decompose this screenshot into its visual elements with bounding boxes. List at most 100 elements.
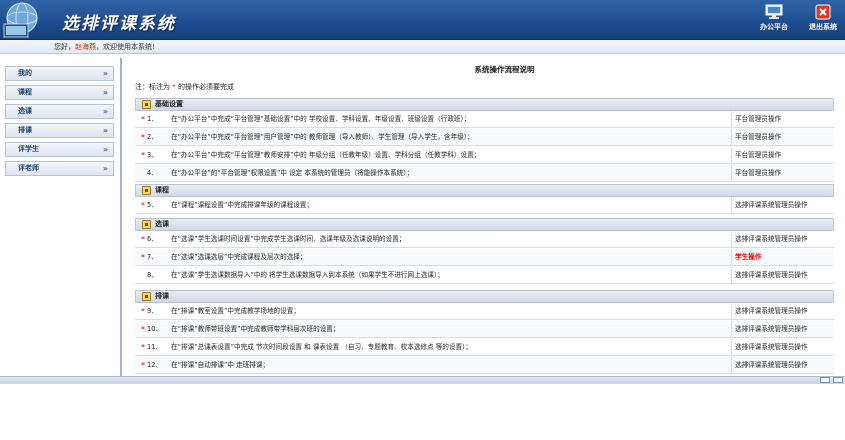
step-description: 在“排课”总课表设置”中完成 节次时间段设置 和 课表设置 （自习、专题教育、校… xyxy=(171,343,472,351)
required-star: * xyxy=(141,201,145,210)
step-role: 选排评课系统管理员操作 xyxy=(735,201,808,209)
sidebar-item-evaluate-students[interactable]: 评学生 » xyxy=(5,142,114,157)
required-star: * xyxy=(141,343,145,352)
sidebar-item-mine[interactable]: 我的 » xyxy=(5,66,114,81)
sidebar-item-course-selection[interactable]: 选课 » xyxy=(5,104,114,119)
table-row: * 6、 在“选课”学生选课时间设置”中完成学生选课时间、选课年级及选课说明的设… xyxy=(135,231,834,248)
section-title: 选课 xyxy=(155,220,169,228)
exit-icon xyxy=(815,4,831,20)
welcome-suffix: ，欢迎使用本系统! xyxy=(96,43,155,51)
column-divider xyxy=(731,129,732,146)
required-star: * xyxy=(141,133,145,142)
required-star: * xyxy=(141,307,145,316)
sidebar-item-scheduling[interactable]: 排课 » xyxy=(5,123,114,138)
step-number: 10、 xyxy=(147,325,162,333)
office-platform-label: 办公平台 xyxy=(760,23,788,31)
table-row: * 1、 在“办公平台”中完成“平台管理”基础设置”中的 学校设置、学科设置、年… xyxy=(135,111,834,128)
sidebar-item-evaluate-teachers[interactable]: 评老师 » xyxy=(5,161,114,176)
chevron-down-icon: » xyxy=(102,69,108,78)
step-number: 11、 xyxy=(147,343,162,351)
step-number: 4、 xyxy=(147,169,158,177)
user-name[interactable]: 赵海燕 xyxy=(75,43,96,51)
step-description: 在“办公平台”中完成“平台管理”教师安排”中的 年级分组（任教年级）设置、学科分… xyxy=(171,151,481,159)
section-header-course-selection: 选课 xyxy=(135,218,834,231)
column-divider xyxy=(731,357,732,374)
section-header-basic-settings: 基础设置 xyxy=(135,98,834,111)
step-role: 平台管理员操作 xyxy=(735,169,782,177)
logo-icon xyxy=(3,2,38,38)
footer-toggle-icon[interactable] xyxy=(820,377,830,383)
step-description: 在“选课”学生选课时间设置”中完成学生选课时间、选课年级及选课说明的设置； xyxy=(171,235,406,243)
office-platform-button[interactable]: 办公平台 xyxy=(752,2,796,38)
required-star: * xyxy=(141,361,145,370)
main-content: 系统操作流程说明 注：标注为 * 的操作必须要完成 基础设置 * 1、 在“办公… xyxy=(135,58,834,374)
section-title: 课程 xyxy=(155,186,169,194)
table-row: * 3、 在“办公平台”中完成“平台管理”教师安排”中的 年级分组（任教年级）设… xyxy=(135,147,834,164)
step-number: 7、 xyxy=(147,253,158,261)
step-number: 12、 xyxy=(147,361,162,369)
column-divider xyxy=(731,267,732,284)
sidebar-item-courses[interactable]: 课程 » xyxy=(5,85,114,100)
sidebar-item-label: 课程 xyxy=(18,88,32,96)
table-row: * 7、 在“选课”选课选层”中完成课程及层次的选择； 学生操作 xyxy=(135,249,834,266)
required-star: * xyxy=(141,325,145,334)
step-description: 在“排课”自动排课”中 走班排课； xyxy=(171,361,270,369)
step-description: 在“选课”选课选层”中完成课程及层次的选择； xyxy=(171,253,307,261)
sidebar-item-label: 排课 xyxy=(18,126,32,134)
step-description: 在“办公平台”中完成“平台管理”用户管理”中的 教师管理（导入教师）、学生管理（… xyxy=(171,133,474,141)
section-icon xyxy=(142,220,151,229)
sidebar-item-label: 我的 xyxy=(18,69,32,77)
column-divider xyxy=(731,321,732,338)
step-role: 选排评课系统管理员操作 xyxy=(735,307,808,315)
step-number: 6、 xyxy=(147,235,158,243)
table-row: * 10、 在“排课”教师带班设置”中完成教师带学科层次班的设置； 选排评课系统… xyxy=(135,321,834,338)
page-title: 系统操作流程说明 xyxy=(474,65,535,74)
step-number: 2、 xyxy=(147,133,158,141)
exit-system-button[interactable]: 退出系统 xyxy=(801,2,845,38)
column-divider xyxy=(731,165,732,182)
step-description: 在“办公平台”的“平台管理”权限设置”中 设定 本系统的管理员（将能操作本系统）… xyxy=(171,169,414,177)
chevron-down-icon: » xyxy=(102,145,108,154)
step-role: 选排评课系统管理员操作 xyxy=(735,235,808,243)
welcome-prefix: 您好， xyxy=(54,43,75,51)
sidebar-item-label: 评老师 xyxy=(18,164,39,172)
note-suffix: 的操作必须要完成 xyxy=(177,83,234,91)
table-row: * 2、 在“办公平台”中完成“平台管理”用户管理”中的 教师管理（导入教师）、… xyxy=(135,129,834,146)
section-icon xyxy=(142,100,151,109)
step-description: 在“排课”教室设置”中完成教学场地的设置； xyxy=(171,307,300,315)
step-number: 3、 xyxy=(147,151,158,159)
welcome-bar: 您好，赵海燕，欢迎使用本系统! xyxy=(0,40,845,54)
table-row: * 5、 在“课程”课程设置”中完成排课年级的课程设置； 选排评课系统管理员操作 xyxy=(135,197,834,214)
sidebar: 我的 » 课程 » 选课 » 排课 » 评学生 » 评老师 » xyxy=(5,66,114,180)
table-row: * 12、 在“排课”自动排课”中 走班排课； 选排评课系统管理员操作 xyxy=(135,357,834,374)
required-note: 注：标注为 * 的操作必须要完成 xyxy=(135,82,234,92)
table-row: 4、 在“办公平台”的“平台管理”权限设置”中 设定 本系统的管理员（将能操作本… xyxy=(135,165,834,182)
step-number: 9、 xyxy=(147,307,158,315)
column-divider xyxy=(731,231,732,248)
step-role: 选排评课系统管理员操作 xyxy=(735,271,808,279)
section-header-scheduling: 排课 xyxy=(135,290,834,303)
step-description: 在“办公平台”中完成“平台管理”基础设置”中的 学校设置、学科设置、年级设置、班… xyxy=(171,115,471,123)
step-role: 选排评课系统管理员操作 xyxy=(735,325,808,333)
step-number: 1、 xyxy=(147,115,158,123)
step-number: 5、 xyxy=(147,201,158,209)
step-role: 选排评课系统管理员操作 xyxy=(735,343,808,351)
status-footer xyxy=(0,376,845,384)
table-row: * 9、 在“排课”教室设置”中完成教学场地的设置； 选排评课系统管理员操作 xyxy=(135,303,834,320)
chevron-down-icon: » xyxy=(102,126,108,135)
column-divider xyxy=(731,197,732,214)
column-divider xyxy=(731,147,732,164)
step-role: 平台管理员操作 xyxy=(735,151,782,159)
table-row: 8、 在“选课”学生选课数据导入”中的 将学生选课数据导入到本系统（如果学生不进… xyxy=(135,267,834,284)
section-icon xyxy=(142,186,151,195)
footer-toggle-icon[interactable] xyxy=(833,377,843,383)
sidebar-item-label: 评学生 xyxy=(18,145,39,153)
panel-divider[interactable] xyxy=(120,58,122,376)
chevron-down-icon: » xyxy=(102,88,108,97)
step-description: 在“课程”课程设置”中完成排课年级的课程设置； xyxy=(171,201,314,209)
exit-system-label: 退出系统 xyxy=(809,23,837,31)
step-description: 在“排课”教师带班设置”中完成教师带学科层次班的设置； xyxy=(171,325,340,333)
required-star: * xyxy=(172,83,176,91)
section-icon xyxy=(142,292,151,301)
sidebar-item-label: 选课 xyxy=(18,107,32,115)
